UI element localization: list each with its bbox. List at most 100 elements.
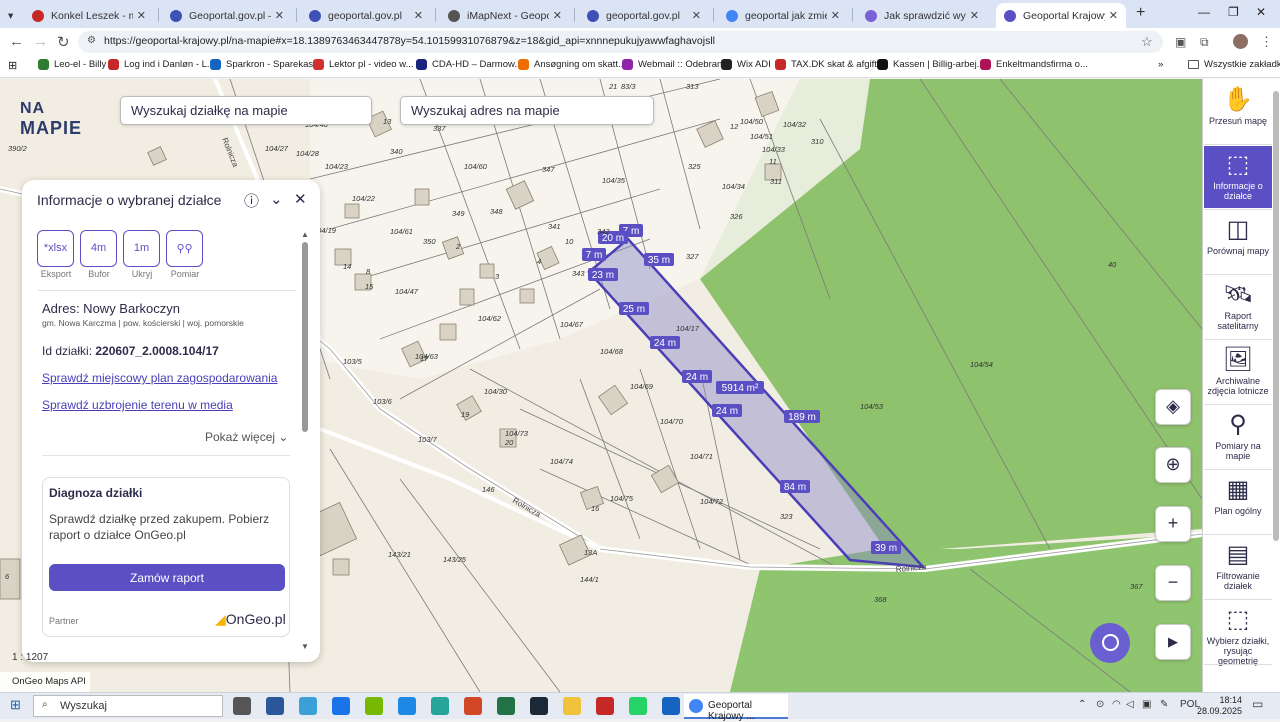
tray-app2-icon[interactable]: ▣ bbox=[1142, 699, 1151, 710]
expand-button[interactable]: ▶ bbox=[1155, 624, 1191, 660]
task-view-icon[interactable] bbox=[233, 697, 251, 715]
sidebar-item-parcel-info[interactable]: ⬚ Informacje o działce bbox=[1204, 146, 1272, 208]
order-report-button[interactable]: Zamów raport bbox=[49, 564, 285, 591]
bookmark-item[interactable]: TAX.DK skat & afgift... bbox=[775, 59, 885, 70]
bookmark-item[interactable]: Leo-el - Billy bbox=[38, 59, 106, 70]
tab-close-icon[interactable]: ✕ bbox=[275, 9, 284, 22]
tab-close-icon[interactable]: ✕ bbox=[692, 9, 701, 22]
help-icon[interactable]: ⓘ bbox=[244, 190, 259, 211]
chat-button[interactable] bbox=[1090, 623, 1130, 663]
scroll-up-icon[interactable]: ▲ bbox=[301, 230, 309, 239]
export-button[interactable]: *xlsx bbox=[37, 230, 74, 267]
tab-close-icon[interactable]: ✕ bbox=[1109, 9, 1118, 22]
show-more-button[interactable]: Pokaż więcej ⌄ bbox=[205, 430, 288, 444]
powerpoint-icon[interactable] bbox=[464, 697, 482, 715]
tab-close-icon[interactable]: ✕ bbox=[553, 9, 562, 22]
apps-grid-icon[interactable]: ⊞ bbox=[8, 59, 17, 72]
layers-button[interactable]: ◈ bbox=[1155, 389, 1191, 425]
bookmark-item[interactable]: Lektor pl - video w... bbox=[313, 59, 413, 70]
sidebar-item-archive-photos[interactable]: 🖼 Archiwalne zdjęcia lotnicze bbox=[1204, 341, 1272, 403]
whatsapp-icon[interactable] bbox=[629, 697, 647, 715]
extensions-puzzle-icon[interactable]: ⧉ bbox=[1200, 35, 1209, 50]
menu-dots-icon[interactable]: ⋮ bbox=[1260, 34, 1273, 50]
bookmark-item[interactable]: Log ind i Danløn - L... bbox=[108, 59, 215, 70]
close-window-icon[interactable]: ✕ bbox=[1256, 5, 1266, 19]
bookmark-item[interactable]: Wix ADI bbox=[721, 59, 771, 70]
taskbar-search[interactable]: Wyszukaj bbox=[33, 695, 223, 717]
zoning-plan-link[interactable]: Sprawdź miejscowy plan zagospodarowania bbox=[42, 371, 277, 385]
chevron-down-icon[interactable]: ⌄ bbox=[270, 190, 283, 208]
bookmark-item[interactable]: Webmail :: Odebrane bbox=[622, 59, 728, 70]
profile-avatar[interactable] bbox=[1233, 34, 1248, 49]
close-icon[interactable]: ✕ bbox=[294, 190, 307, 208]
zoom-in-button[interactable]: + bbox=[1155, 506, 1191, 542]
tab-close-icon[interactable]: ✕ bbox=[970, 9, 979, 22]
sidebar-item-general-plan[interactable]: ▦ Plan ogólny bbox=[1204, 471, 1272, 533]
buffer-button[interactable]: 4m bbox=[80, 230, 117, 267]
search-app-icon[interactable] bbox=[431, 697, 449, 715]
locate-button[interactable]: ⊕ bbox=[1155, 447, 1191, 483]
search-address-input[interactable]: Wyszukaj adres na mapie bbox=[400, 96, 654, 125]
bookmark-item[interactable]: Enkeltmandsfirma o... bbox=[980, 59, 1088, 70]
maximize-icon[interactable]: ❐ bbox=[1228, 5, 1239, 19]
volume-icon[interactable]: ◁ bbox=[1126, 699, 1134, 710]
notifications-icon[interactable]: ▭ bbox=[1252, 697, 1263, 711]
sidebar-item-satellite-report[interactable]: 🛰 Raport satelitarny bbox=[1204, 276, 1272, 338]
tab-search-button[interactable]: ▾ bbox=[0, 3, 24, 28]
clock[interactable]: 18:14 28.09.2025 bbox=[1192, 695, 1242, 717]
sidebar-item-pan-map[interactable]: ✋ Przesuń mapę bbox=[1204, 81, 1272, 143]
url-field[interactable]: ⚙ https://geoportal-krajowy.pl/na-mapie#… bbox=[78, 31, 1163, 53]
wifi-icon[interactable]: ◠ bbox=[1112, 699, 1121, 710]
all-bookmarks-folder[interactable]: Wszystkie zakładki bbox=[1188, 59, 1280, 70]
steam-icon[interactable] bbox=[530, 697, 548, 715]
nvidia-icon[interactable] bbox=[365, 697, 383, 715]
bookmark-item[interactable]: Ansøgning om skatt... bbox=[518, 59, 626, 70]
scroll-down-icon[interactable]: ▼ bbox=[301, 642, 309, 651]
tab-1[interactable]: Konkel Leszek - mieszkan ✕ bbox=[24, 3, 154, 28]
pen-icon[interactable]: ✎ bbox=[1160, 699, 1168, 710]
excel-icon[interactable] bbox=[497, 697, 515, 715]
sidebar-item-compare-maps[interactable]: ◫ Porównaj mapy bbox=[1204, 211, 1272, 273]
hide-button[interactable]: 1m bbox=[123, 230, 160, 267]
browser-icon[interactable] bbox=[332, 697, 350, 715]
pdf-icon[interactable] bbox=[596, 697, 614, 715]
remote-desktop-icon[interactable] bbox=[662, 697, 680, 715]
forward-icon[interactable]: → bbox=[33, 33, 48, 50]
app-logo[interactable]: NA MAPIE bbox=[20, 97, 82, 139]
tray-up-icon[interactable]: ⌃ bbox=[1078, 699, 1086, 710]
bookmark-item[interactable]: CDA-HD – Darmow... bbox=[416, 59, 522, 70]
bookmark-item[interactable]: Kassen | Billig-arbej... bbox=[877, 59, 985, 70]
taskbar-chrome-window[interactable]: Geoportal Krajowy ... bbox=[684, 694, 788, 722]
tab-8[interactable]: Geoportal Krajowy mapy ✕ bbox=[996, 3, 1126, 28]
map-area[interactable]: 7 m 20 m7 m 35 m 23 m 25 m 24 m 24 m 5914 m² 24 … bbox=[0, 79, 1202, 692]
calculator-icon[interactable] bbox=[398, 697, 416, 715]
tab-close-icon[interactable]: ✕ bbox=[831, 9, 840, 22]
extension-icon[interactable]: ▣ bbox=[1175, 35, 1186, 49]
tab-7[interactable]: Jak sprawdzić wymiary dz ✕ bbox=[857, 3, 987, 28]
tab-5[interactable]: geoportal.gov.pl ✕ bbox=[579, 3, 709, 28]
tray-app-icon[interactable]: ⊙ bbox=[1096, 699, 1104, 710]
sidebar-item-select-by-geometry[interactable]: ⬚ Wybierz działki, rysując geometrię bbox=[1204, 601, 1272, 667]
new-tab-button[interactable]: + bbox=[1136, 4, 1145, 22]
bookmark-star-icon[interactable]: ☆ bbox=[1141, 34, 1153, 50]
api-credit[interactable]: OnGeo Maps API bbox=[0, 672, 90, 692]
ongeo-logo[interactable]: ◢OnGeo.pl bbox=[215, 611, 286, 628]
measure-button[interactable]: ⚲⚲ bbox=[166, 230, 203, 267]
tab-2[interactable]: Geoportal.gov.pl – Geopo ✕ bbox=[162, 3, 292, 28]
site-info-icon[interactable]: ⚙ bbox=[87, 35, 96, 46]
bookmark-item[interactable]: Sparkron - Sparekas... bbox=[210, 59, 321, 70]
zoom-out-button[interactable]: − bbox=[1155, 565, 1191, 601]
word-icon[interactable] bbox=[266, 697, 284, 715]
tab-close-icon[interactable]: ✕ bbox=[414, 9, 423, 22]
sidebar-item-filter-parcels[interactable]: ▤ Filtrowanie działek bbox=[1204, 536, 1272, 598]
sidebar-item-map-measure[interactable]: ⚲ Pomiary na mapie bbox=[1204, 406, 1272, 468]
utilities-link[interactable]: Sprawdź uzbrojenie terenu w media bbox=[42, 398, 233, 412]
minimize-icon[interactable]: — bbox=[1198, 5, 1210, 19]
tab-3[interactable]: geoportal.gov.pl ✕ bbox=[301, 3, 431, 28]
back-icon[interactable]: ← bbox=[9, 33, 24, 50]
tab-6[interactable]: geoportal jak zmierzyć sz ✕ bbox=[718, 3, 848, 28]
tab-4[interactable]: iMapNext - Geoportal ✕ bbox=[440, 3, 570, 28]
search-parcel-input[interactable]: Wyszukaj działkę na mapie bbox=[120, 96, 372, 125]
file-explorer-icon[interactable] bbox=[563, 697, 581, 715]
sidebar-scrollbar[interactable] bbox=[1273, 91, 1279, 541]
